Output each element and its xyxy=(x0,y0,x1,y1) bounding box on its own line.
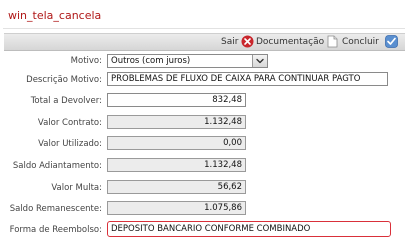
valor-utilizado-label: Valor Utilizado: xyxy=(38,139,102,149)
forma-de-reembolso-input[interactable]: DEPOSITO BANCARIO CONFORME COMBINADO xyxy=(107,221,391,237)
documentacao-button-label[interactable]: Documentação xyxy=(256,34,324,50)
valor-multa-field: 56,62 xyxy=(107,180,246,194)
valor-contrato-field: 1.132,48 xyxy=(107,115,246,129)
valor-multa-label: Valor Multa: xyxy=(51,183,102,193)
concluir-button-label[interactable]: Concluir xyxy=(342,34,379,50)
total-a-devolver-input[interactable]: 832,48 xyxy=(107,93,246,107)
checkmark-icon[interactable] xyxy=(385,35,398,48)
saldo-remanescente-field: 1.075,86 xyxy=(107,201,246,215)
descricao-motivo-label: Descrição Motivo: xyxy=(26,75,102,85)
window-title: win_tela_cancela xyxy=(8,9,102,22)
valor-utilizado-field: 0,00 xyxy=(107,136,246,150)
valor-contrato-label: Valor Contrato: xyxy=(37,118,102,128)
saldo-adiantamento-field: 1.132,48 xyxy=(107,158,246,172)
motivo-label: Motivo: xyxy=(70,56,102,66)
title-divider xyxy=(3,28,405,29)
document-icon[interactable] xyxy=(326,35,339,48)
descricao-motivo-input[interactable]: PROBLEMAS DE FLUXO DE CAIXA PARA CONTINU… xyxy=(107,72,388,86)
motivo-select-value: Outros (com juros) xyxy=(111,56,191,66)
total-a-devolver-label: Total a Devolver: xyxy=(30,96,102,106)
close-icon[interactable] xyxy=(241,35,254,48)
saldo-remanescente-label: Saldo Remanescente: xyxy=(9,204,102,214)
motivo-select[interactable]: Outros (com juros) xyxy=(107,54,268,68)
forma-de-reembolso-label: Forma de Reembolso: xyxy=(9,225,102,235)
sair-button-label[interactable]: Sair xyxy=(221,34,238,50)
toolbar: Sair Documentação Concluir xyxy=(4,33,405,51)
cancel-form: Motivo: Outros (com juros) Descrição Mot… xyxy=(4,50,405,243)
chevron-down-icon[interactable] xyxy=(252,55,267,67)
saldo-adiantamento-label: Saldo Adiantamento: xyxy=(12,161,102,171)
